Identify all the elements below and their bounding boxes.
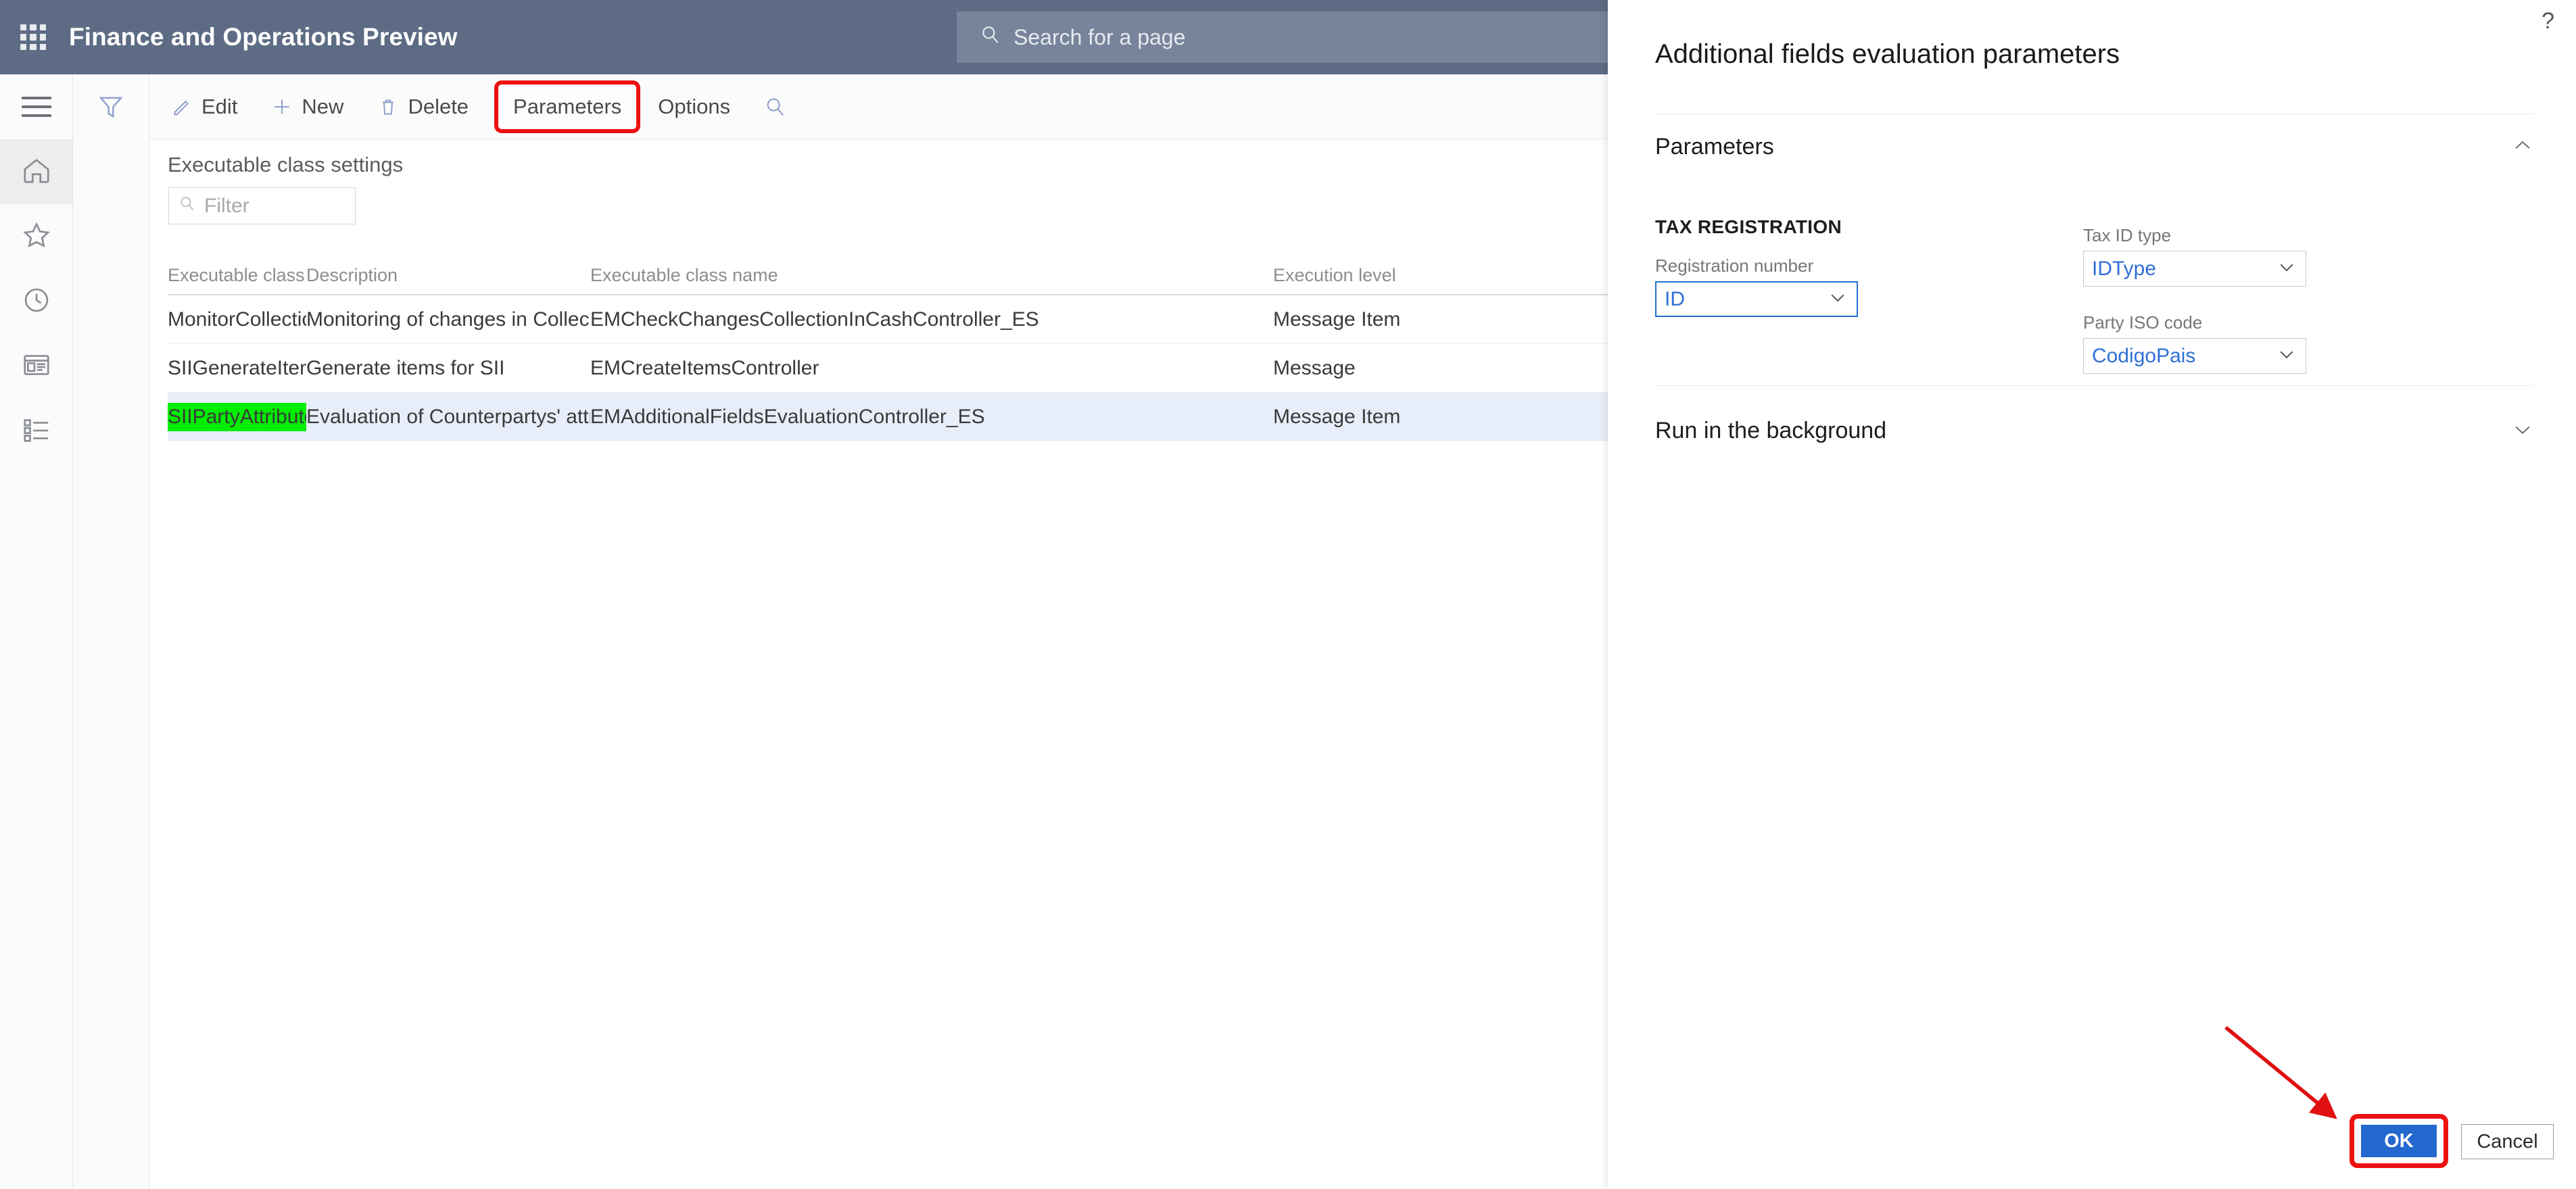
clock-icon xyxy=(21,285,52,319)
cell-executable-class-name: EMCheckChangesCollectionInCashController… xyxy=(590,308,1039,331)
sidebar-item-home[interactable] xyxy=(0,139,72,204)
left-rail xyxy=(0,74,73,1189)
cell-executable-class: SIIPartyAttributesEvaluation xyxy=(168,402,306,431)
hamburger-menu-icon xyxy=(21,97,51,117)
cell-description: Generate items for SII xyxy=(306,356,505,379)
quick-filter-placeholder: Filter xyxy=(204,194,249,217)
command-bar-search-button[interactable] xyxy=(752,86,808,128)
edit-button[interactable]: Edit xyxy=(159,86,249,128)
options-button[interactable]: Options xyxy=(646,86,742,128)
chevron-down-icon xyxy=(2276,257,2297,281)
additional-fields-evaluation-dialog: ? Additional fields evaluation parameter… xyxy=(1608,0,2576,1189)
new-button[interactable]: New xyxy=(259,86,356,128)
cell-executable-class: MonitorCollectionInCash xyxy=(168,308,306,331)
options-button-label: Options xyxy=(658,94,731,118)
ok-button-highlight: OK xyxy=(2354,1119,2443,1163)
cell-executable-class-name: EMAdditionalFieldsEvaluationController_E… xyxy=(590,405,985,428)
section-header-parameters[interactable]: Parameters xyxy=(1655,122,2534,172)
tax-id-type-field: Tax ID type IDType xyxy=(2083,225,2306,287)
party-iso-code-select[interactable]: CodigoPais xyxy=(2083,338,2306,374)
cell-executable-class-name: EMCreateItemsController xyxy=(590,356,819,379)
section-title-run-in-background: Run in the background xyxy=(1655,417,1887,443)
funnel-filter-icon xyxy=(97,93,125,124)
column-header-executable-class[interactable]: Executable class xyxy=(168,265,306,286)
star-icon xyxy=(21,220,52,254)
new-button-label: New xyxy=(302,94,344,118)
parameters-button-label: Parameters xyxy=(513,94,622,118)
chevron-down-icon xyxy=(2511,418,2534,444)
registration-number-field: Registration number ID xyxy=(1655,256,1858,317)
help-icon[interactable]: ? xyxy=(2542,9,2554,32)
party-iso-code-label: Party ISO code xyxy=(2083,312,2203,333)
party-iso-code-value: CodigoPais xyxy=(2092,344,2196,367)
trash-delete-icon xyxy=(377,96,399,118)
highlight-marker: SIIPartyAttributesEvaluation xyxy=(168,402,306,431)
chevron-down-icon xyxy=(2276,344,2297,368)
delete-button-label: Delete xyxy=(408,94,469,118)
list-icon xyxy=(21,414,52,449)
pencil-edit-icon xyxy=(171,96,193,118)
parameters-button[interactable]: Parameters xyxy=(498,84,637,129)
home-icon xyxy=(21,155,52,189)
section-title-parameters: Parameters xyxy=(1655,133,1774,160)
filter-rail xyxy=(73,74,149,1189)
sidebar-item-modules[interactable] xyxy=(0,399,72,464)
plus-new-icon xyxy=(271,96,293,118)
quick-filter-input[interactable]: Filter xyxy=(168,187,356,224)
registration-number-label: Registration number xyxy=(1655,256,1814,276)
search-icon xyxy=(178,195,196,218)
sidebar-item-favorites[interactable] xyxy=(0,204,72,269)
app-title: Finance and Operations Preview xyxy=(69,23,458,51)
app-root: Finance and Operations Preview Search fo… xyxy=(0,0,2576,1189)
search-icon xyxy=(980,24,1001,51)
cell-executable-class: SIIGenerateItems xyxy=(168,356,306,379)
search-icon xyxy=(764,95,787,118)
registration-number-select[interactable]: ID xyxy=(1655,281,1858,317)
tax-id-type-label: Tax ID type xyxy=(2083,225,2172,245)
dialog-title: Additional fields evaluation parameters xyxy=(1655,39,2120,69)
chevron-down-icon xyxy=(1828,287,1848,311)
global-search-input[interactable]: Search for a page xyxy=(957,11,1679,63)
ok-button[interactable]: OK xyxy=(2361,1125,2437,1157)
tax-id-type-value: IDType xyxy=(2092,257,2157,280)
group-label-text: TAX REGISTRATION xyxy=(1655,216,1842,237)
registration-number-value: ID xyxy=(1665,287,1685,310)
cell-description: Monitoring of changes in Collec... xyxy=(306,308,590,331)
sidebar-item-workspaces[interactable] xyxy=(0,334,72,399)
sidebar-item-recent[interactable] xyxy=(0,269,72,334)
column-header-executable-class-name[interactable]: Executable class name xyxy=(590,265,1273,286)
edit-button-label: Edit xyxy=(201,94,238,118)
divider xyxy=(1655,385,2534,386)
column-header-description[interactable]: Description xyxy=(306,265,590,286)
group-label-tax-registration: TAX REGISTRATION xyxy=(1655,216,1842,238)
cancel-button[interactable]: Cancel xyxy=(2461,1124,2554,1159)
navigation-menu-button[interactable] xyxy=(0,74,72,139)
workspace-icon xyxy=(21,349,52,384)
tax-id-type-select[interactable]: IDType xyxy=(2083,251,2306,287)
global-search-placeholder: Search for a page xyxy=(1013,24,1186,49)
filter-pane-button[interactable] xyxy=(73,74,149,142)
chevron-up-icon xyxy=(2511,134,2534,160)
party-iso-code-field: Party ISO code CodigoPais xyxy=(2083,312,2306,374)
page-title: Executable class settings xyxy=(168,153,404,176)
section-header-run-in-background[interactable]: Run in the background xyxy=(1655,406,2534,456)
app-launcher-icon[interactable] xyxy=(15,19,51,55)
delete-button[interactable]: Delete xyxy=(365,86,481,128)
cell-description: Evaluation of Counterpartys' attr... xyxy=(306,405,590,428)
